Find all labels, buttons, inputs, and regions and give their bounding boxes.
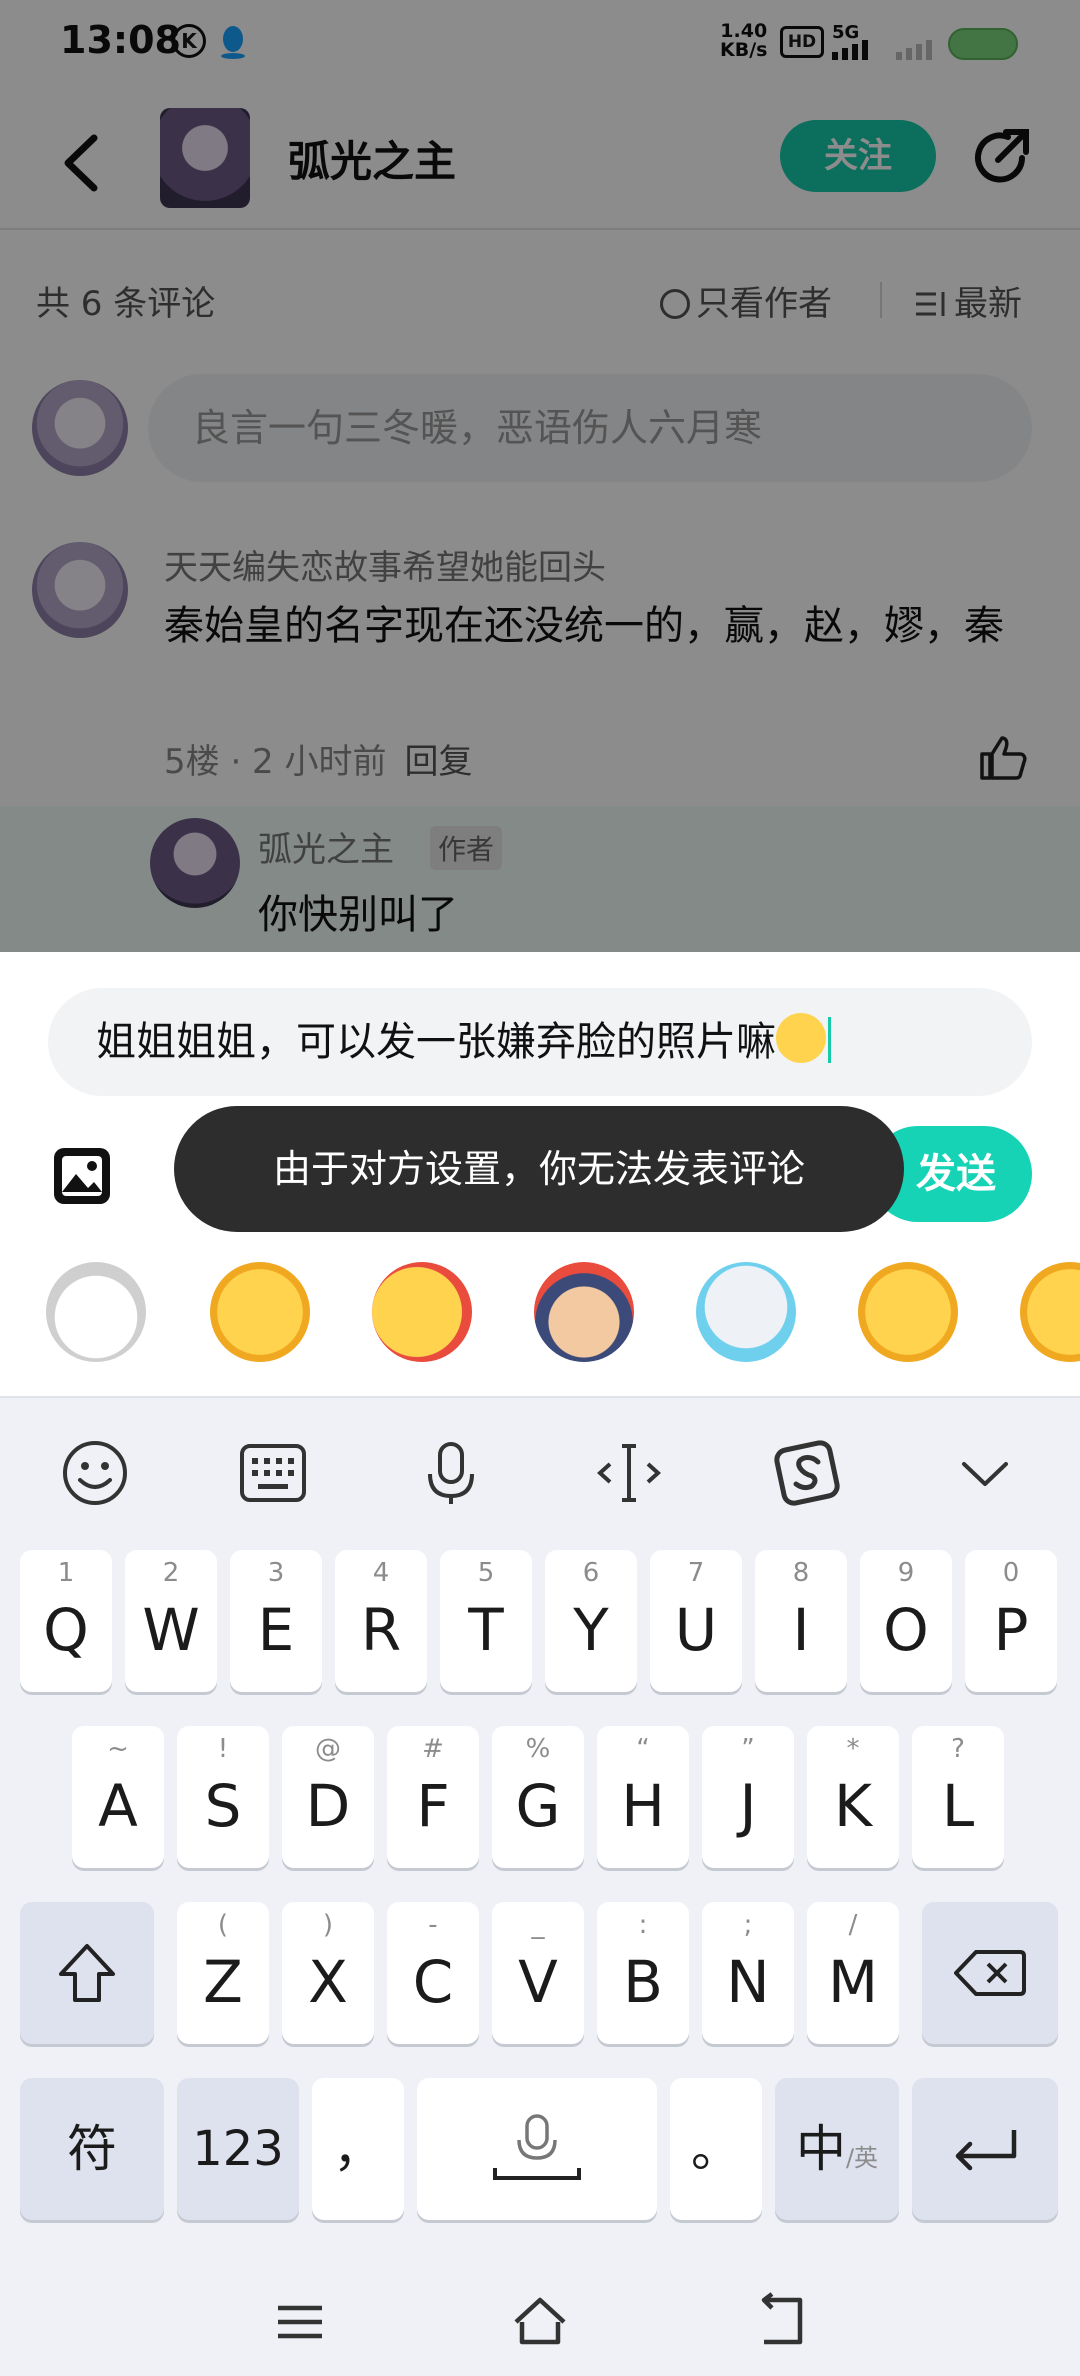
drool-sticker-icon[interactable] xyxy=(858,1262,958,1362)
backspace-key[interactable] xyxy=(922,1902,1058,2044)
enter-key[interactable] xyxy=(912,2078,1058,2220)
key-s[interactable]: ! S xyxy=(177,1726,269,1868)
shift-key[interactable] xyxy=(20,1902,154,2044)
key-t[interactable]: 5T xyxy=(440,1550,532,1692)
sticker-row xyxy=(0,1262,1080,1382)
space-mic-icon xyxy=(493,2114,581,2180)
key-i[interactable]: 8I xyxy=(755,1550,847,1692)
compose-input[interactable]: 姐姐姐姐，可以发一张嫌弃脸的照片嘛 xyxy=(48,988,1032,1096)
period-key[interactable]: 。 xyxy=(670,2078,762,2220)
key-w[interactable]: 2W xyxy=(125,1550,217,1692)
soft-keyboard: 1Q 2W 3E 4R 5T 6Y 7U 8I 9O 0P ~ A ! S @ D #… xyxy=(0,1396,1080,2376)
key-c[interactable]: -C xyxy=(387,1902,479,2044)
home-icon[interactable] xyxy=(510,2292,570,2352)
language-switch-key[interactable]: 中/英 xyxy=(775,2078,899,2220)
comment-composer: 姐姐姐姐，可以发一张嫌弃脸的照片嘛 发送 由于对方设置，你无法发表评论 xyxy=(0,952,1080,1396)
enter-icon xyxy=(955,2130,1017,2171)
space-key[interactable] xyxy=(417,2078,657,2220)
key-z[interactable]: (Z xyxy=(177,1902,269,2044)
keyboard-icon[interactable] xyxy=(238,1438,308,1508)
back-icon[interactable] xyxy=(750,2292,810,2352)
dim-overlay[interactable] xyxy=(0,0,1080,952)
key-n[interactable]: ; N xyxy=(702,1902,794,2044)
key-k[interactable]: * K xyxy=(807,1726,899,1868)
toast-message: 由于对方设置，你无法发表评论 xyxy=(174,1106,904,1232)
key-u[interactable]: 7U xyxy=(650,1550,742,1692)
post-comments-page: 13:08 K 1.40 KB/s HD 5G 弧光之主 关注 共 6 条评论 … xyxy=(0,0,1080,952)
symbols-key[interactable]: 符 xyxy=(20,2078,164,2220)
microphone-icon[interactable] xyxy=(416,1438,486,1508)
heart-hand-sticker-icon[interactable] xyxy=(534,1262,634,1362)
image-icon[interactable] xyxy=(52,1146,112,1206)
crying-sticker-icon[interactable] xyxy=(210,1262,310,1362)
backspace-icon xyxy=(954,1950,1026,1996)
key-x[interactable]: ) X xyxy=(282,1902,374,2044)
key-l[interactable]: ? L xyxy=(912,1726,1004,1868)
collapse-keyboard-icon[interactable] xyxy=(950,1438,1020,1508)
flower-sticker-icon[interactable] xyxy=(372,1262,472,1362)
laugh-sticker-icon[interactable] xyxy=(1020,1262,1080,1362)
numbers-key[interactable]: 123 xyxy=(177,2078,299,2220)
key-o[interactable]: 9O xyxy=(860,1550,952,1692)
dog-sticker-icon[interactable] xyxy=(46,1262,146,1362)
shift-icon xyxy=(59,1944,115,2002)
text-cursor xyxy=(828,1017,831,1063)
key-y[interactable]: 6Y xyxy=(545,1550,637,1692)
key-r[interactable]: 4R xyxy=(335,1550,427,1692)
key-p[interactable]: 0P xyxy=(965,1550,1057,1692)
system-nav-bar xyxy=(0,2268,1080,2376)
comma-key[interactable]: ， xyxy=(312,2078,404,2220)
key-q[interactable]: 1Q xyxy=(20,1550,112,1692)
key-g[interactable]: % G xyxy=(492,1726,584,1868)
key-b[interactable]: :B xyxy=(597,1902,689,2044)
key-f[interactable]: # F xyxy=(387,1726,479,1868)
cursor-move-icon[interactable] xyxy=(594,1438,664,1508)
emoji-icon[interactable] xyxy=(60,1438,130,1508)
key-d[interactable]: @ D xyxy=(282,1726,374,1868)
emoji-inline-icon xyxy=(776,1013,826,1063)
menu-icon[interactable] xyxy=(270,2292,330,2352)
key-j[interactable]: ” J xyxy=(702,1726,794,1868)
sogou-logo-icon[interactable] xyxy=(772,1438,842,1508)
key-e[interactable]: 3E xyxy=(230,1550,322,1692)
key-h[interactable]: “H xyxy=(597,1726,689,1868)
key-a[interactable]: ~ A xyxy=(72,1726,164,1868)
key-v[interactable]: _ V xyxy=(492,1902,584,2044)
keyboard-toolbar xyxy=(0,1398,1080,1534)
key-m[interactable]: / M xyxy=(807,1902,899,2044)
seal-sticker-icon[interactable] xyxy=(696,1262,796,1362)
